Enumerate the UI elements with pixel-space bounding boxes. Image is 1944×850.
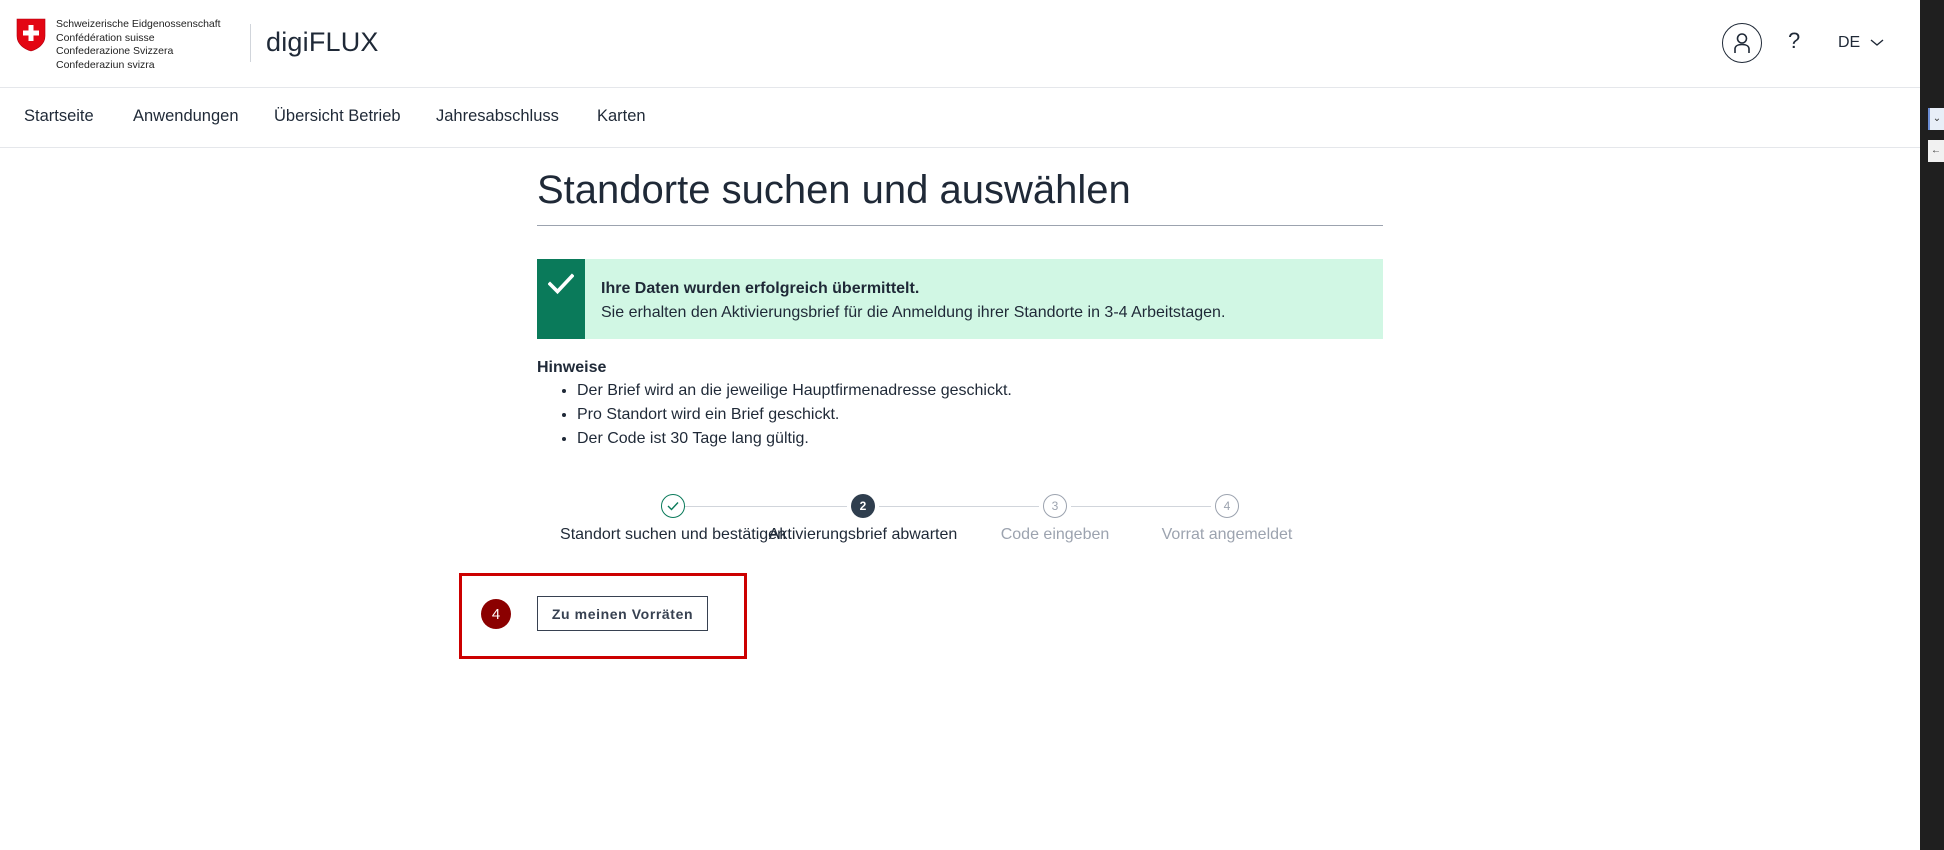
help-button[interactable]: ? <box>1788 28 1800 54</box>
step-connector <box>1071 506 1211 507</box>
hints-section: Hinweise Der Brief wird an die jeweilige… <box>537 357 1383 451</box>
to-my-stocks-button[interactable]: Zu meinen Vorräten <box>537 596 708 631</box>
hint-item: Der Brief wird an die jeweilige Hauptfir… <box>577 379 1383 403</box>
hint-item: Der Code ist 30 Tage lang gültig. <box>577 427 1383 451</box>
nav-item-startseite[interactable]: Startseite <box>24 107 94 126</box>
hints-list: Der Brief wird an die jeweilige Hauptfir… <box>577 379 1383 451</box>
chevron-down-icon <box>1870 39 1884 46</box>
confederation-line-de: Schweizerische Eidgenossenschaft <box>56 18 221 30</box>
language-label: DE <box>1838 34 1861 51</box>
header-divider <box>250 24 251 62</box>
confederation-logo[interactable]: Schweizerische Eidgenossenschaft Confédé… <box>16 18 221 72</box>
step-1-label: Standort suchen und bestätigen <box>560 526 786 543</box>
nav-item-uebersicht-betrieb[interactable]: Übersicht Betrieb <box>274 107 401 126</box>
hints-title: Hinweise <box>537 359 607 376</box>
annotation-number-badge: 4 <box>481 599 511 629</box>
side-panel-back-icon[interactable]: ← <box>1928 140 1944 162</box>
confederation-line-rm: Confederaziun svizra <box>56 58 155 71</box>
checkmark-icon <box>548 273 574 295</box>
nav-item-karten[interactable]: Karten <box>597 107 646 126</box>
browser-side-panel: ⌄ ← <box>1920 0 1944 850</box>
confederation-line-it: Confederazione Svizzera <box>56 45 174 57</box>
step-4-circle: 4 <box>1215 494 1239 518</box>
confederation-name: Schweizerische Eidgenossenschaft Confédé… <box>56 18 221 72</box>
language-selector[interactable]: DE <box>1838 34 1884 52</box>
main-content: Standorte suchen und auswählen Ihre Date… <box>537 148 1383 543</box>
step-check-icon <box>667 502 679 511</box>
success-heading: Ihre Daten wurden erfolgreich übermittel… <box>601 280 920 297</box>
success-message: Ihre Daten wurden erfolgreich übermittel… <box>537 259 1383 339</box>
user-icon <box>1734 33 1750 53</box>
success-icon-container <box>537 259 585 339</box>
step-1-circle <box>661 494 685 518</box>
step-3-circle: 3 <box>1043 494 1067 518</box>
main-navigation: Startseite Anwendungen Übersicht Betrieb… <box>0 88 1920 148</box>
step-4-label: Vorrat angemeldet <box>1161 526 1293 543</box>
success-text: Ihre Daten wurden erfolgreich übermittel… <box>585 259 1225 339</box>
top-header: Schweizerische Eidgenossenschaft Confédé… <box>0 0 1920 88</box>
step-3-label: Code eingeben <box>1000 526 1110 543</box>
page: Schweizerische Eidgenossenschaft Confédé… <box>0 0 1920 850</box>
confederation-line-fr: Confédération suisse <box>56 31 155 44</box>
side-panel-chevron-icon[interactable]: ⌄ <box>1928 108 1944 130</box>
progress-stepper: Standort suchen und bestätigen 2 Aktivie… <box>537 488 1383 558</box>
swiss-shield-icon <box>16 18 46 52</box>
nav-item-jahresabschluss[interactable]: Jahresabschluss <box>436 107 559 126</box>
step-connector <box>879 506 1039 507</box>
page-title: Standorte suchen und auswählen <box>537 168 1383 226</box>
step-connector <box>675 506 847 507</box>
step-2-circle: 2 <box>851 494 875 518</box>
step-2-label: Aktivierungsbrief abwarten <box>768 526 958 543</box>
app-title[interactable]: digiFLUX <box>266 27 379 58</box>
success-body: Sie erhalten den Aktivierungsbrief für d… <box>601 304 1226 321</box>
user-account-button[interactable] <box>1722 23 1762 63</box>
nav-item-anwendungen[interactable]: Anwendungen <box>133 107 239 126</box>
hint-item: Pro Standort wird ein Brief geschickt. <box>577 403 1383 427</box>
